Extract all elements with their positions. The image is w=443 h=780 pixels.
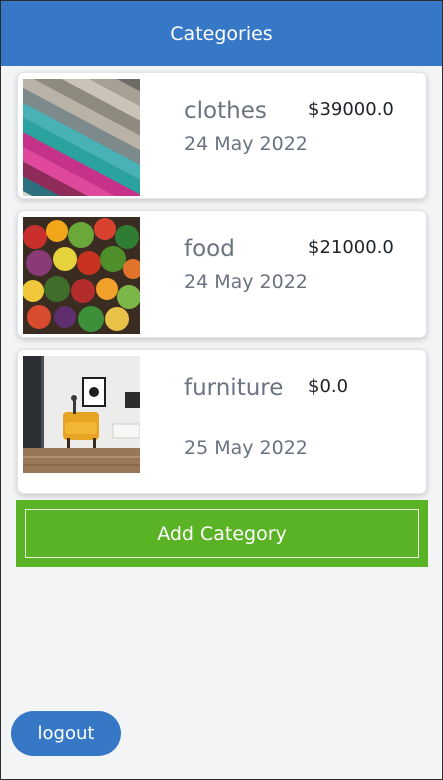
logout-button[interactable]: logout xyxy=(11,711,121,756)
category-date: 24 May 2022 xyxy=(184,133,308,155)
category-image-food xyxy=(23,217,140,334)
page-title: Categories xyxy=(170,22,273,45)
category-card-furniture[interactable]: furniture 25 May 2022 $0.0 xyxy=(17,349,427,494)
category-list: clothes 24 May 2022 $39000.0 food 24 May… xyxy=(17,72,427,505)
category-card-clothes[interactable]: clothes 24 May 2022 $39000.0 xyxy=(17,72,427,199)
app-header: Categories xyxy=(1,1,442,66)
app-frame: Categories clothes 24 May 2022 $39000.0 … xyxy=(0,0,443,780)
category-date: 25 May 2022 xyxy=(184,437,308,459)
category-date: 24 May 2022 xyxy=(184,271,308,293)
category-name: clothes xyxy=(184,98,267,124)
category-name: furniture xyxy=(184,375,284,401)
category-image-clothes xyxy=(23,79,140,196)
add-category-button[interactable]: Add Category xyxy=(25,509,419,558)
category-name: food xyxy=(184,236,235,262)
category-price: $39000.0 xyxy=(308,99,394,120)
category-image-furniture xyxy=(23,356,140,473)
category-price: $0.0 xyxy=(308,376,349,397)
category-card-food[interactable]: food 24 May 2022 $21000.0 xyxy=(17,210,427,338)
add-category-panel: Add Category xyxy=(16,500,428,567)
category-price: $21000.0 xyxy=(308,237,394,258)
